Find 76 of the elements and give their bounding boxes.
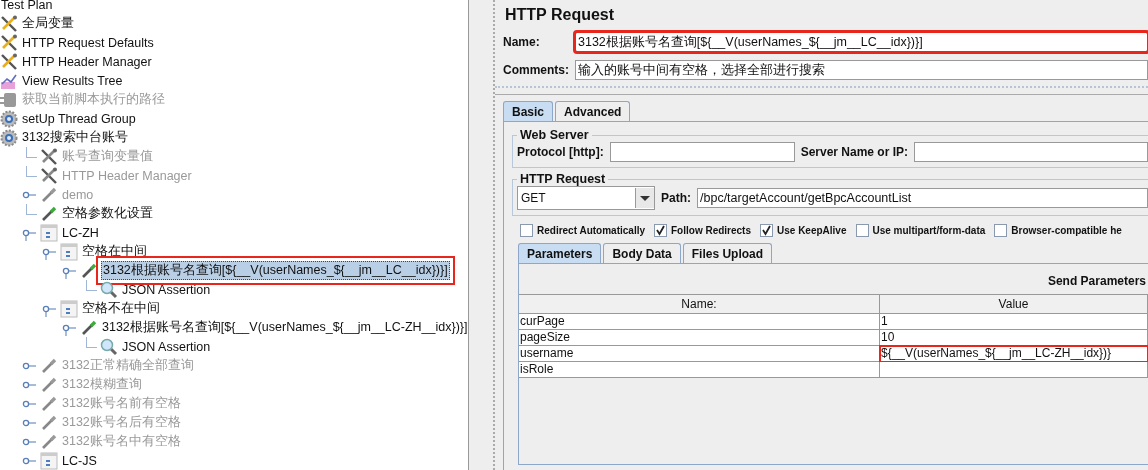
pipette-icon — [80, 318, 98, 337]
wrench-icon — [40, 147, 58, 166]
method-dropdown[interactable]: GET — [517, 186, 655, 210]
tree-item[interactable]: Test Plan — [0, 0, 54, 12]
server-field[interactable] — [914, 142, 1148, 162]
wrench-icon — [0, 52, 18, 71]
pipette-icon — [40, 394, 58, 413]
tab[interactable]: Body Data — [603, 243, 681, 263]
checkbox-label: Follow Redirects — [671, 225, 751, 236]
tree-item[interactable]: HTTP Header Manager — [21, 54, 153, 69]
checkbox[interactable] — [994, 224, 1008, 237]
group-title: Web Server — [519, 128, 590, 142]
tab[interactable]: Basic — [503, 101, 554, 121]
wrench-icon — [40, 166, 58, 185]
table-cell: username — [519, 346, 880, 362]
tree-item[interactable]: 空格在中间 — [81, 243, 148, 260]
pipette-icon — [40, 413, 58, 432]
tree-item[interactable]: LC-ZH — [61, 225, 100, 240]
tree-item[interactable]: JSON Assertion — [121, 339, 212, 354]
magnifier-icon — [100, 337, 118, 356]
checkbox-label: Browser-compatible he — [1011, 225, 1122, 236]
magnifier-icon — [100, 280, 118, 299]
pipette-icon — [40, 185, 58, 204]
table-cell: 1 — [880, 314, 1148, 330]
tree-item[interactable]: LC-JS — [61, 453, 98, 468]
checkbox[interactable] — [760, 224, 773, 237]
tab[interactable]: Parameters — [518, 243, 602, 263]
protocol-field[interactable] — [609, 142, 795, 162]
table-cell: 10 — [880, 330, 1148, 346]
tree-item[interactable]: setUp Thread Group — [21, 111, 137, 126]
gear-icon — [0, 109, 18, 128]
tree-item[interactable]: 空格参数化设置 — [61, 205, 154, 222]
plug-icon — [0, 90, 18, 109]
field-label: Path: — [661, 191, 691, 205]
pipette-icon — [40, 432, 58, 451]
pipette-icon — [40, 204, 58, 223]
table-cell: isRole — [519, 362, 880, 378]
comments-field[interactable]: 输入的账号中间有空格，选择全部进行搜索 — [575, 60, 1148, 80]
table-title: Send Parameters — [1047, 274, 1146, 288]
checkbox[interactable] — [520, 224, 533, 237]
table-cell: curPage — [519, 314, 880, 330]
checkbox-label: Redirect Automatically — [537, 225, 645, 236]
gear-icon — [0, 128, 18, 147]
tree-item[interactable]: 空格不在中间 — [81, 300, 161, 317]
window-icon — [40, 223, 58, 242]
window-icon — [60, 242, 78, 261]
panel-title: HTTP Request — [505, 6, 616, 24]
tree-item[interactable]: 3132根据账号名查询[${__V(userNames_${__jm__LC-ZH__idx})}] — [101, 319, 468, 336]
caret-icon — [635, 188, 654, 208]
group-title: HTTP Request — [519, 172, 607, 186]
tab[interactable]: Advanced — [555, 101, 631, 121]
column-header: Value — [880, 294, 1148, 314]
tree-item[interactable]: JSON Assertion — [121, 282, 212, 297]
tree-item[interactable]: 全局变量 — [21, 15, 75, 32]
path-field[interactable]: /bpc/targetAccount/getBpcAccountList — [697, 188, 1148, 208]
field-label: Comments: — [503, 63, 570, 77]
checkbox[interactable] — [654, 224, 667, 237]
table-cell: pageSize — [519, 330, 880, 346]
name-field[interactable]: 3132根据账号名查询[${__V(userNames_${__jm__LC__idx})}] — [575, 32, 1148, 52]
wrench-icon — [0, 33, 18, 52]
pipette-icon — [40, 375, 58, 394]
column-header: Name: — [519, 294, 880, 314]
field-label: Protocol [http]: — [517, 145, 604, 159]
wrench-icon — [0, 14, 18, 33]
table-cell: ${__V(userNames_${__jm__LC-ZH__idx})} — [880, 346, 1148, 362]
tree-item[interactable]: 3132搜索中台账号 — [21, 129, 129, 146]
field-label: Server Name or IP: — [800, 145, 909, 159]
tree-item[interactable]: HTTP Request Defaults — [21, 35, 155, 50]
checkbox-label: Use multipart/form-data — [872, 225, 986, 236]
window-icon — [60, 299, 78, 318]
checkbox[interactable] — [855, 224, 869, 237]
tab[interactable]: Files Upload — [682, 243, 773, 263]
tree-item[interactable]: View Results Tree — [21, 73, 124, 88]
field-label: Name: — [503, 35, 541, 49]
checkbox-label: Use KeepAlive — [777, 225, 847, 236]
pipette-icon — [40, 356, 58, 375]
